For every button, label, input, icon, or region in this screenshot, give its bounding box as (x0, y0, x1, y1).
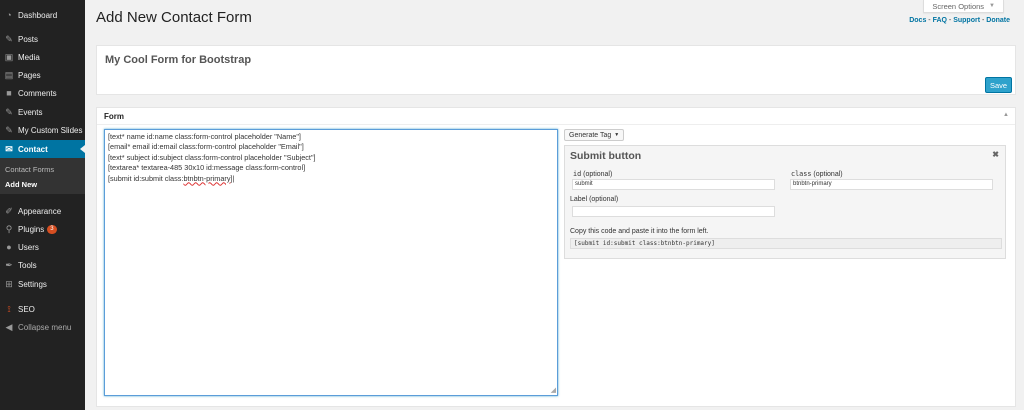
media-icon: ▣ (4, 51, 14, 62)
dashboard-icon: ◔ (6, 10, 12, 20)
contact-submenu: Contact Forms Add New (0, 158, 85, 194)
code-line: [text* subject id:subject class:form-con… (108, 152, 316, 162)
sidebar-item-label: Contact (18, 144, 48, 154)
tag-pane-title: Submit button (570, 150, 642, 162)
sidebar-item-custom-slides[interactable]: ✎ My Custom Slides (0, 121, 85, 139)
comment-icon: ■ (6, 88, 12, 98)
id-field-label: id (optional) (573, 170, 612, 178)
tag-generator-pane: Submit button ✖ id (optional) submit cla… (564, 145, 1006, 259)
sidebar-item-plugins[interactable]: ⚲ Plugins 3 (0, 220, 85, 238)
id-label-text: id (573, 170, 582, 178)
screen-options-label: Screen Options (932, 1, 985, 11)
copy-instructions: Copy this code and paste it into the for… (570, 228, 709, 235)
sidebar-item-label: Dashboard (18, 10, 58, 20)
generate-tag-dropdown[interactable]: Generate Tag ▼ (564, 129, 625, 141)
sidebar-item-label: Appearance (18, 206, 62, 216)
sidebar-item-settings[interactable]: ⊞ Settings (0, 275, 85, 293)
code-line-prefix: [submit id:submit class: (108, 173, 184, 183)
text-cursor: | (232, 173, 235, 183)
mail-icon: ✉ (5, 143, 13, 154)
sidebar-item-comments[interactable]: ■ Comments (0, 84, 85, 102)
code-line: [submit id:submit class:btnbtn-primary]| (108, 174, 554, 184)
settings-icon: ⊞ (5, 278, 13, 289)
submenu-item-contact-forms[interactable]: Contact Forms (5, 165, 54, 174)
sidebar-item-label: Settings (18, 279, 47, 289)
plugin-icon: ⚲ (5, 223, 13, 234)
label-input[interactable] (572, 206, 775, 217)
chevron-down-icon: ▼ (989, 3, 995, 9)
sidebar-item-label: Plugins (18, 224, 45, 234)
page-title: Add New Contact Form (96, 9, 252, 26)
sidebar-item-pages[interactable]: ▤ Pages (0, 66, 85, 84)
form-title-input[interactable]: My Cool Form for Bootstrap (105, 54, 251, 66)
sidebar-collapse-menu[interactable]: ◀ Collapse menu (0, 318, 85, 336)
seo-icon: ⟟ (7, 303, 11, 314)
label-field-label: Label (optional) (570, 196, 619, 203)
form-title-box: My Cool Form for Bootstrap Save (96, 45, 1016, 95)
sidebar-item-label: Users (18, 242, 39, 252)
collapse-arrow-icon[interactable]: ▲ (1003, 112, 1009, 118)
pin-icon: ✎ (5, 124, 13, 135)
class-field-label: class (optional) (791, 170, 843, 178)
users-icon: ● (6, 242, 12, 252)
close-icon[interactable]: ✖ (992, 150, 999, 159)
sidebar-item-dashboard[interactable]: ◔ Dashboard (0, 6, 85, 24)
sidebar-item-tools[interactable]: ✒ Tools (0, 256, 85, 274)
form-panel-title: Form (104, 111, 124, 121)
optional-text: (optional) (813, 171, 843, 178)
misspelled-word: btnbtn-primary (183, 173, 231, 183)
sidebar-item-label: Pages (18, 70, 41, 80)
pin-icon: ✎ (5, 106, 13, 117)
optional-text: (optional) (583, 171, 613, 178)
donate-link[interactable]: Donate (986, 17, 1010, 24)
code-line: [text* name id:name class:form-control p… (108, 132, 301, 141)
admin-sidebar: ◔ Dashboard ✎ Posts ▣ Media ▤ Pages ■ Co… (0, 0, 85, 410)
sidebar-item-media[interactable]: ▣ Media (0, 48, 85, 66)
docs-link[interactable]: Docs (909, 17, 926, 24)
code-line: [textarea* textarea-485 30x10 id:message… (108, 163, 306, 173)
collapse-icon: ◀ (5, 321, 13, 332)
paintbrush-icon: ✐ (5, 205, 13, 216)
sidebar-item-seo[interactable]: ⟟ SEO (0, 300, 85, 318)
sidebar-item-contact[interactable]: ✉ Contact (0, 140, 85, 158)
resize-grip-icon[interactable]: ◢ (551, 386, 556, 394)
sidebar-item-label: SEO (18, 304, 35, 314)
wrench-icon: ✒ (5, 259, 13, 270)
form-code-textarea[interactable]: [text* name id:name class:form-control p… (104, 129, 558, 396)
form-panel-header[interactable]: Form ▲ (97, 108, 1015, 125)
submenu-item-add-new[interactable]: Add New (5, 180, 37, 189)
sidebar-item-users[interactable]: ● Users (0, 238, 85, 256)
pin-icon: ✎ (5, 33, 13, 44)
class-label-text: class (791, 170, 812, 178)
pages-icon: ▤ (4, 69, 14, 80)
sidebar-item-label: Collapse menu (18, 322, 72, 332)
sidebar-item-label: My Custom Slides (18, 125, 83, 135)
save-button[interactable]: Save (985, 77, 1012, 93)
generate-tag-label: Generate Tag (569, 131, 612, 139)
sidebar-item-label: Posts (18, 34, 39, 44)
sidebar-item-label: Comments (18, 88, 57, 98)
support-link[interactable]: Support (953, 17, 980, 24)
generated-code-output[interactable]: [submit id:submit class:btnbtn-primary] (570, 238, 1002, 249)
chevron-down-icon: ▼ (614, 132, 620, 138)
plugins-update-badge: 3 (47, 224, 57, 234)
code-line: [email* email id:email class:form-contro… (108, 142, 304, 152)
sidebar-item-label: Events (18, 107, 43, 117)
help-links: Docs - FAQ - Support - Donate (909, 17, 1010, 24)
id-input[interactable]: submit (572, 179, 775, 190)
sidebar-item-label: Tools (18, 260, 37, 270)
sidebar-item-posts[interactable]: ✎ Posts (0, 30, 85, 48)
sidebar-item-label: Media (18, 52, 40, 62)
class-input[interactable]: btnbtn-primary (790, 179, 993, 190)
form-panel: Form ▲ [text* name id:name class:form-co… (96, 107, 1016, 407)
sidebar-item-appearance[interactable]: ✐ Appearance (0, 202, 85, 220)
sidebar-item-events[interactable]: ✎ Events (0, 103, 85, 121)
faq-link[interactable]: FAQ (933, 17, 947, 24)
screen-options-button[interactable]: Screen Options ▼ (923, 0, 1004, 13)
